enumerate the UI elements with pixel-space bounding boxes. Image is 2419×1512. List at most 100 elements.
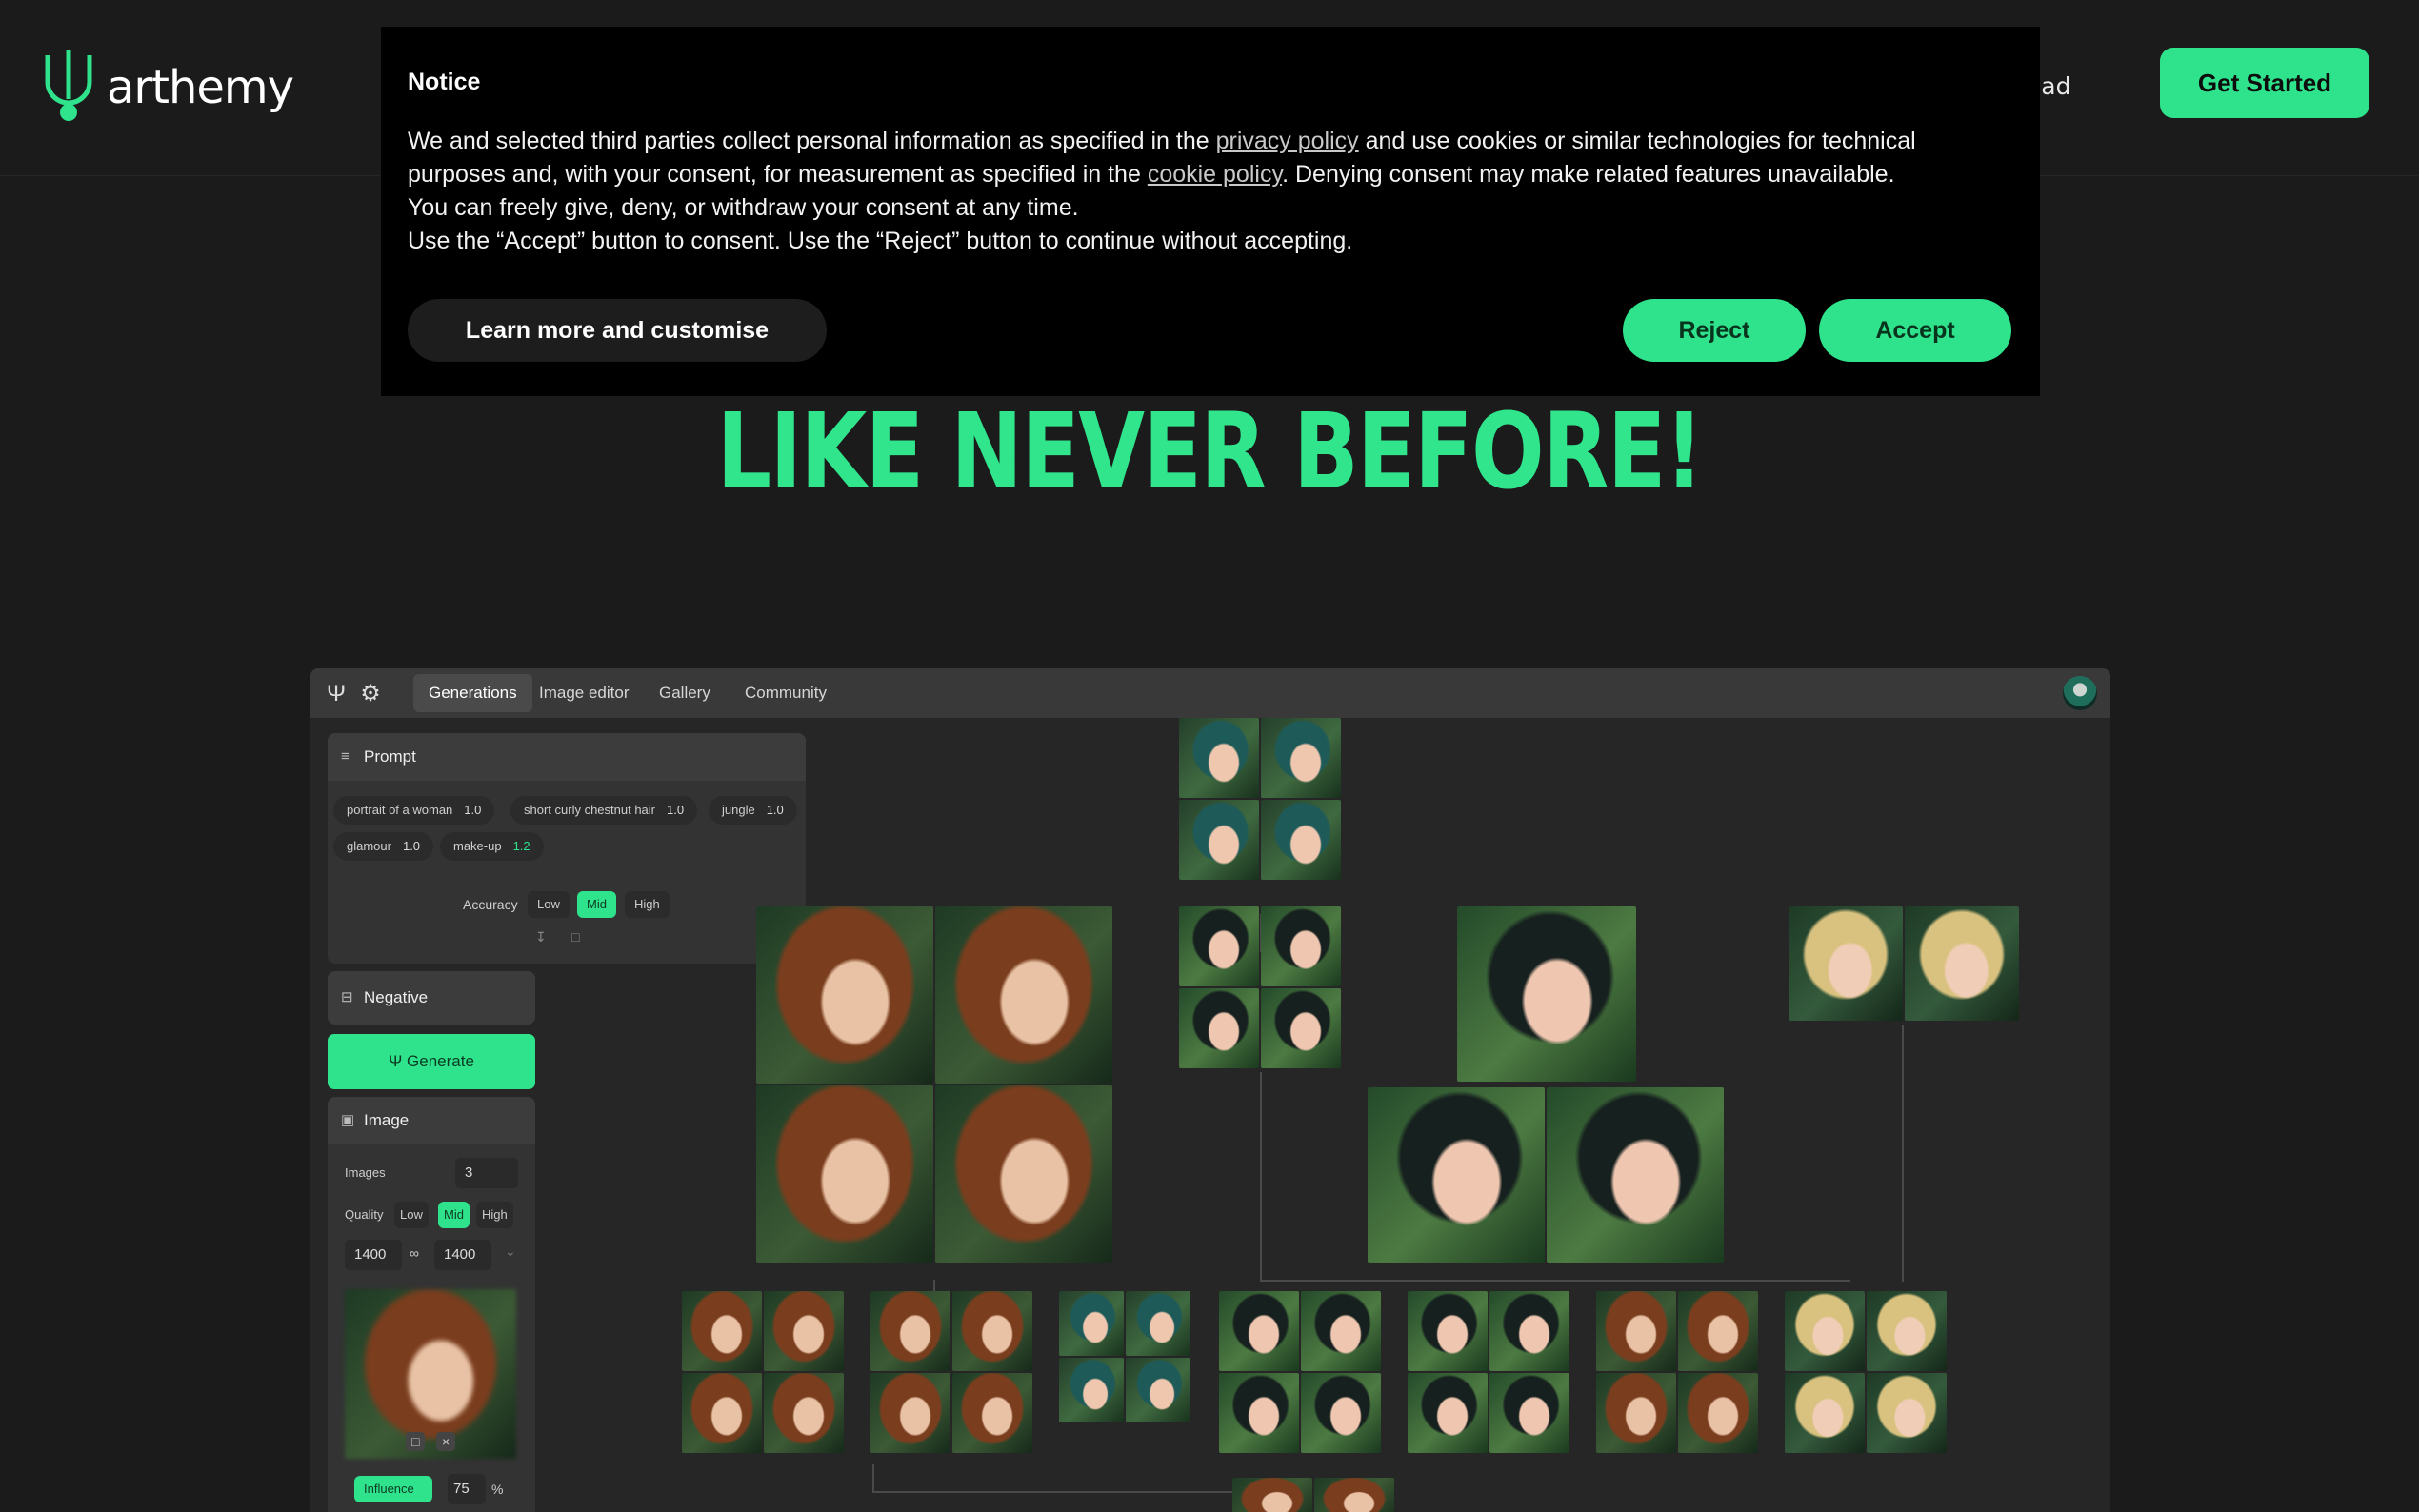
influence-slider[interactable]: Influence (354, 1476, 432, 1502)
generated-thumbnail[interactable] (1232, 1478, 1312, 1512)
generated-thumbnail[interactable] (1179, 800, 1259, 880)
image-header-label: Image (364, 1111, 410, 1129)
influence-value[interactable]: 75 (448, 1474, 486, 1504)
images-label: Images (345, 1165, 386, 1180)
privacy-policy-link[interactable]: privacy policy (1216, 128, 1359, 154)
generated-thumbnail[interactable] (1408, 1291, 1488, 1371)
generated-thumbnail[interactable] (1126, 1358, 1190, 1422)
generated-thumbnail[interactable] (1596, 1373, 1676, 1453)
image-panel: ▣ Image Images 3 Quality Low Mid High 14… (328, 1097, 535, 1512)
prompt-chip[interactable]: make-up 1.2 (440, 832, 544, 861)
generated-thumbnail[interactable] (870, 1291, 950, 1371)
tab-gallery[interactable]: Gallery (644, 674, 726, 712)
generated-thumbnail[interactable] (1261, 906, 1341, 986)
accuracy-high[interactable]: High (625, 891, 670, 918)
prompt-header[interactable]: ≡ Prompt (328, 733, 806, 781)
width-field[interactable]: 1400 (345, 1240, 402, 1270)
generated-image[interactable] (935, 906, 1112, 1084)
generated-thumbnail[interactable] (1179, 718, 1259, 798)
quality-mid[interactable]: Mid (438, 1202, 470, 1228)
generated-thumbnail[interactable] (764, 1291, 844, 1371)
generated-thumbnail[interactable] (1314, 1478, 1394, 1512)
generated-thumbnail[interactable] (1489, 1291, 1569, 1371)
accuracy-mid[interactable]: Mid (577, 891, 616, 918)
close-icon[interactable]: × (436, 1432, 456, 1451)
generated-thumbnail[interactable] (1261, 988, 1341, 1068)
generated-image[interactable] (1547, 1087, 1724, 1263)
tab-generations[interactable]: Generations (413, 674, 532, 712)
quality-low[interactable]: Low (394, 1202, 429, 1228)
generated-thumbnail[interactable] (1261, 800, 1341, 880)
generated-thumbnail[interactable] (1179, 988, 1259, 1068)
negative-header: ⊟ Negative (328, 971, 535, 1025)
generated-thumbnail[interactable] (1301, 1373, 1381, 1453)
prompt-chip[interactable]: portrait of a woman 1.0 (333, 796, 495, 825)
connector-line (1902, 1025, 1904, 1282)
arthemy-logo[interactable]: arthemy (42, 50, 294, 126)
app-logo-icon[interactable]: Ψ (324, 682, 349, 706)
notice-text: We and selected third parties collect pe… (408, 125, 2013, 258)
negative-panel[interactable]: ⊟ Negative (328, 971, 535, 1025)
generated-thumbnail[interactable] (1867, 1373, 1947, 1453)
accuracy-low[interactable]: Low (528, 891, 570, 918)
brand-name: arthemy (107, 61, 294, 114)
generated-thumbnail[interactable] (682, 1291, 762, 1371)
generated-thumbnail[interactable] (1219, 1291, 1299, 1371)
prompt-chip[interactable]: jungle 1.0 (709, 796, 797, 825)
notice-text-part: . Denying consent may make related featu… (1282, 161, 1895, 188)
generated-image[interactable] (756, 1085, 933, 1263)
generated-thumbnail[interactable] (870, 1373, 950, 1453)
generated-thumbnail[interactable] (1867, 1291, 1947, 1371)
generated-thumbnail[interactable] (1596, 1291, 1676, 1371)
generated-image[interactable] (1368, 1087, 1545, 1263)
cookie-policy-link[interactable]: cookie policy (1148, 161, 1282, 188)
tab-community[interactable]: Community (730, 674, 842, 712)
notice-title: Notice (408, 69, 481, 95)
notice-text-part: You can freely give, deny, or withdraw y… (408, 194, 1079, 221)
generated-thumbnail[interactable] (1408, 1373, 1488, 1453)
generated-thumbnail[interactable] (1179, 906, 1259, 986)
accept-button[interactable]: Accept (1819, 299, 2011, 362)
generated-thumbnail[interactable] (682, 1373, 762, 1453)
quality-high[interactable]: High (476, 1202, 513, 1228)
folder-icon[interactable]: □ (406, 1432, 426, 1451)
chip-weight: 1.0 (464, 803, 482, 817)
generated-thumbnail[interactable] (1261, 718, 1341, 798)
chip-text: make-up (453, 839, 502, 853)
generated-image[interactable] (1905, 906, 2019, 1021)
generated-image[interactable] (935, 1085, 1112, 1263)
images-count-field[interactable]: 3 (455, 1158, 518, 1188)
prompt-chip[interactable]: short curly chestnut hair 1.0 (510, 796, 698, 825)
learn-more-button[interactable]: Learn more and customise (408, 299, 827, 362)
link-icon[interactable]: ∞ (410, 1245, 419, 1261)
generated-thumbnail[interactable] (1301, 1291, 1381, 1371)
generated-thumbnail[interactable] (1059, 1291, 1124, 1356)
connector-line (1260, 1280, 1850, 1282)
generated-thumbnail[interactable] (1678, 1291, 1758, 1371)
generated-thumbnail[interactable] (1785, 1291, 1865, 1371)
reject-button[interactable]: Reject (1623, 299, 1806, 362)
generated-thumbnail[interactable] (1126, 1291, 1190, 1356)
tab-image-editor[interactable]: Image editor (524, 674, 645, 712)
folder-icon[interactable]: □ (571, 929, 579, 945)
generated-thumbnail[interactable] (1059, 1358, 1124, 1422)
generated-thumbnail[interactable] (1785, 1373, 1865, 1453)
generated-image[interactable] (756, 906, 933, 1084)
gear-icon[interactable]: ⚙ (358, 682, 383, 706)
generated-image[interactable] (1789, 906, 1903, 1021)
download-icon[interactable]: ↧ (535, 929, 547, 945)
avatar[interactable] (2063, 676, 2097, 710)
generated-thumbnail[interactable] (952, 1291, 1032, 1371)
chevron-down-icon[interactable]: ⌄ (505, 1243, 516, 1260)
generated-thumbnail[interactable] (1678, 1373, 1758, 1453)
generated-thumbnail[interactable] (1219, 1373, 1299, 1453)
generated-thumbnail[interactable] (952, 1373, 1032, 1453)
generated-thumbnail[interactable] (1489, 1373, 1569, 1453)
generate-button[interactable]: Ψ Generate (328, 1034, 535, 1089)
generated-thumbnail[interactable] (764, 1373, 844, 1453)
generated-image[interactable] (1457, 906, 1636, 1082)
height-field[interactable]: 1400 (434, 1240, 491, 1270)
prompt-chip[interactable]: glamour 1.0 (333, 832, 434, 861)
image-header[interactable]: ▣ Image (328, 1097, 535, 1144)
get-started-button[interactable]: Get Started (2160, 48, 2369, 118)
